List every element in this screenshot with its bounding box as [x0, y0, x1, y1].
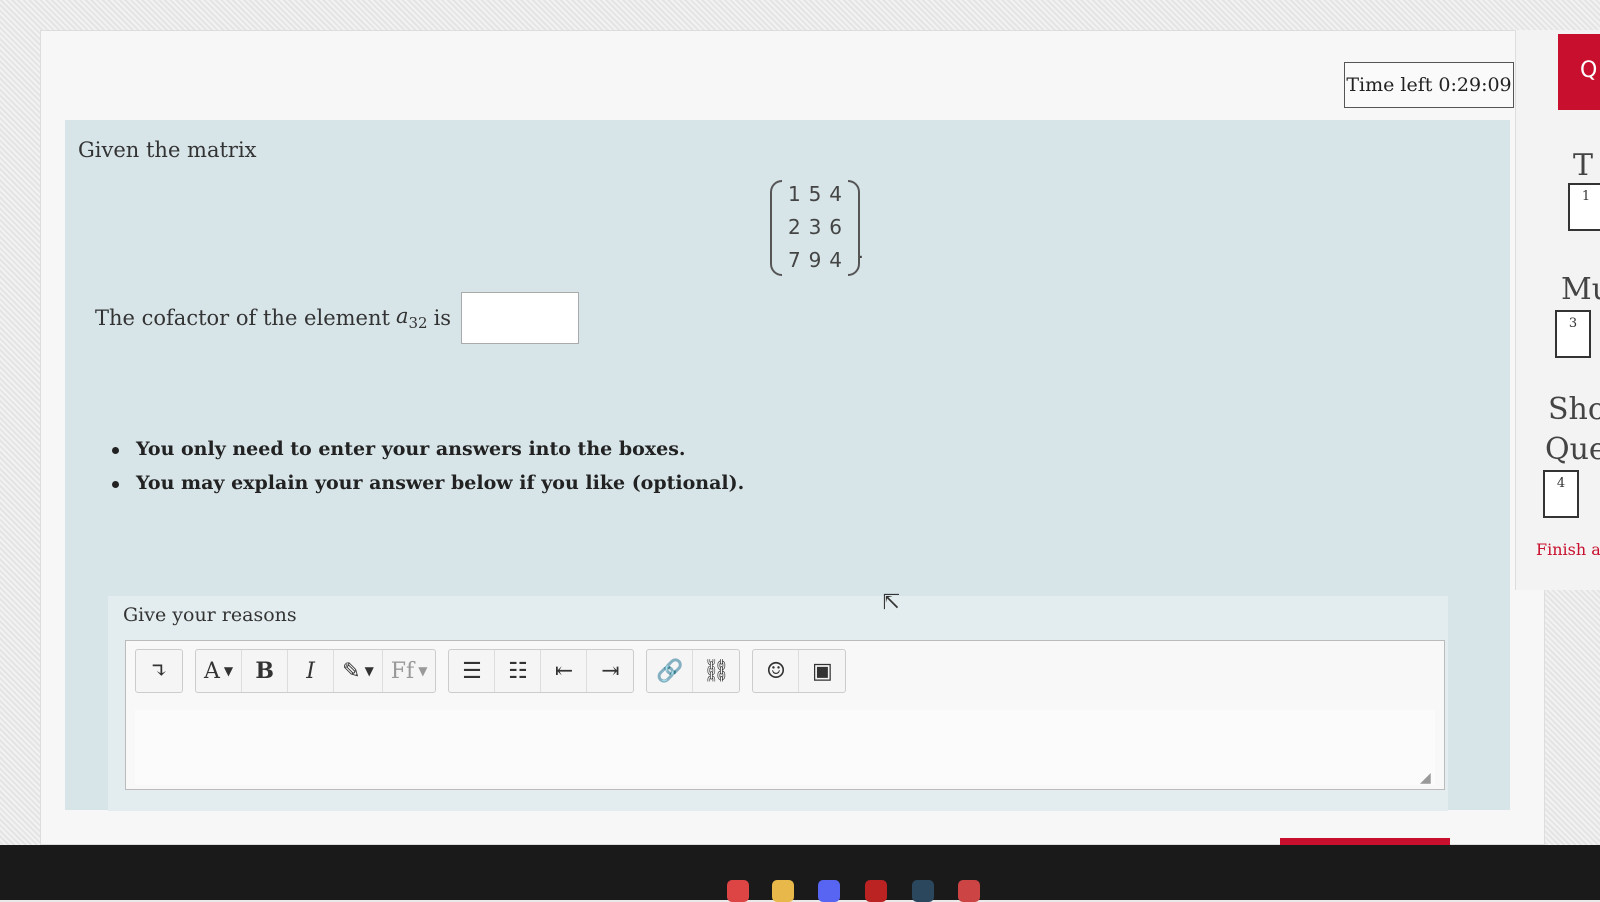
- matrix-cell: 7: [787, 248, 801, 272]
- unlink-button[interactable]: ⛓: [693, 650, 739, 692]
- outdent-icon: ⇤: [554, 658, 574, 684]
- cofactor-prefix: The cofactor of the element: [95, 306, 390, 330]
- matrix-left-paren: [770, 180, 782, 276]
- matrix: 1 5 4 2 3 6 7 9 4 .: [770, 180, 864, 276]
- italic-button[interactable]: I: [288, 650, 335, 692]
- indent-button[interactable]: ⇥: [587, 650, 633, 692]
- unlink-icon: ⛓: [702, 658, 731, 684]
- mouse-cursor-icon: ⇱: [882, 590, 901, 615]
- reasons-text-area[interactable]: [135, 710, 1435, 785]
- toolbar-group-insert: ☺ ▣: [752, 649, 847, 693]
- emoji-icon: ☺: [766, 658, 786, 684]
- matrix-cell: 4: [829, 182, 843, 206]
- chevron-down-icon: ▼: [364, 664, 374, 678]
- toolbar-group-lists: ☰ ☷ ⇤ ⇥: [448, 649, 635, 693]
- matrix-cell: 3: [808, 215, 822, 239]
- timer: Time left 0:29:09: [1344, 62, 1514, 108]
- answer-input[interactable]: [461, 292, 580, 344]
- element-subscript: 32: [408, 314, 428, 333]
- instruction-item: You only need to enter your answers into…: [112, 438, 744, 460]
- outdent-button[interactable]: ⇤: [541, 650, 588, 692]
- unordered-list-button[interactable]: ☰: [449, 650, 496, 692]
- editor-toolbar: ↴ A ▼ B I ✎ ▼ Ff ▼ ☰ ☷ ⇤ ⇥ 🔗 ⛓ ☺ ▣: [135, 645, 847, 697]
- instruction-item: You may explain your answer below if you…: [112, 472, 744, 494]
- font-family-button[interactable]: Ff ▼: [383, 650, 436, 692]
- collapse-icon: ↴: [149, 658, 169, 684]
- question-nav-box[interactable]: 3: [1555, 310, 1591, 358]
- bold-icon: B: [255, 658, 274, 684]
- text-color-button[interactable]: ✎ ▼: [334, 650, 383, 692]
- emoji-button[interactable]: ☺: [753, 650, 800, 692]
- cofactor-question: The cofactor of the element a32 is: [95, 292, 580, 344]
- matrix-cell: 9: [808, 248, 822, 272]
- toolbar-group-format: A ▼ B I ✎ ▼ Ff ▼: [195, 649, 437, 693]
- page: Time left 0:29:09 Given the matrix 1 5 4…: [0, 0, 1600, 902]
- matrix-cell: 4: [829, 248, 843, 272]
- app-icon[interactable]: [865, 880, 887, 902]
- sidebar-section-label: Mu: [1561, 272, 1600, 307]
- toolbar-group-collapse: ↴: [135, 649, 183, 693]
- bold-button[interactable]: B: [242, 650, 289, 692]
- brush-icon: ✎: [342, 658, 361, 684]
- folder-icon[interactable]: [772, 880, 794, 902]
- cofactor-suffix: is: [433, 306, 452, 330]
- image-icon: ▣: [812, 658, 833, 684]
- reasons-label: Give your reasons: [123, 604, 297, 626]
- link-icon: 🔗: [656, 658, 684, 684]
- question-intro: Given the matrix: [78, 138, 257, 162]
- steam-icon[interactable]: [912, 880, 934, 902]
- italic-icon: I: [306, 658, 315, 684]
- sidebar-section-label: Sho: [1548, 392, 1600, 427]
- element-symbol: a32: [395, 303, 428, 333]
- resize-handle-icon[interactable]: ◢: [1420, 770, 1431, 786]
- question-nav-box[interactable]: 4: [1543, 470, 1579, 518]
- discord-icon[interactable]: [818, 880, 840, 902]
- matrix-cell: 1: [787, 182, 801, 206]
- matrix-period: .: [858, 242, 864, 263]
- matrix-cell: 5: [808, 182, 822, 206]
- ordered-list-button[interactable]: ☷: [495, 650, 542, 692]
- sidebar-section-label: Que: [1545, 432, 1600, 467]
- browser-icon[interactable]: [958, 880, 980, 902]
- instructions-list: You only need to enter your answers into…: [112, 438, 744, 506]
- chevron-down-icon: ▼: [223, 664, 234, 678]
- taskbar: [0, 845, 1600, 900]
- sidebar-section-label: T: [1573, 148, 1594, 183]
- link-button[interactable]: 🔗: [647, 650, 694, 692]
- ordered-list-icon: ☷: [508, 658, 528, 684]
- finish-attempt-link[interactable]: Finish a: [1536, 540, 1600, 559]
- chrome-icon[interactable]: [727, 880, 749, 902]
- font-size-icon: A: [204, 658, 220, 684]
- toolbar-group-links: 🔗 ⛓: [646, 649, 741, 693]
- font-size-button[interactable]: A ▼: [196, 650, 243, 692]
- image-button[interactable]: ▣: [799, 650, 845, 692]
- chevron-down-icon: ▼: [418, 664, 428, 678]
- collapse-toolbar-button[interactable]: ↴: [136, 650, 182, 692]
- indent-icon: ⇥: [601, 658, 620, 684]
- matrix-grid: 1 5 4 2 3 6 7 9 4: [784, 182, 846, 272]
- question-nav-box[interactable]: 1: [1568, 183, 1600, 231]
- font-family-icon: Ff: [390, 658, 415, 684]
- matrix-cell: 2: [787, 215, 801, 239]
- sidebar-header: Q: [1558, 34, 1600, 110]
- matrix-cell: 6: [829, 215, 843, 239]
- unordered-list-icon: ☰: [462, 658, 482, 684]
